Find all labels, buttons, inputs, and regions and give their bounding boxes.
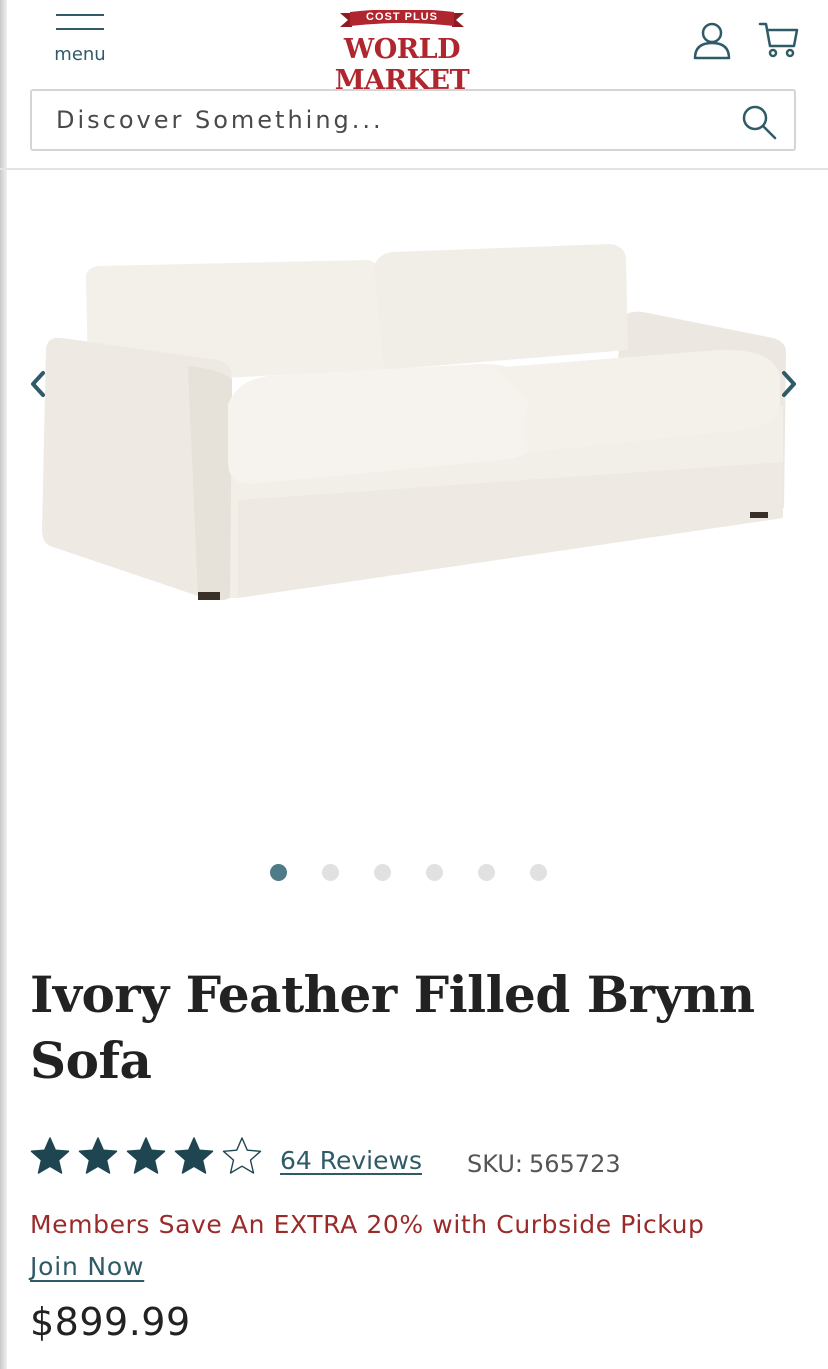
carousel-dot[interactable] xyxy=(374,864,391,881)
account-icon[interactable] xyxy=(692,20,732,60)
chevron-right-icon[interactable] xyxy=(777,368,801,400)
hamburger-icon-line xyxy=(56,28,104,30)
product-price: $899.99 xyxy=(30,1300,191,1344)
carousel-dot[interactable] xyxy=(478,864,495,881)
menu-button[interactable]: menu xyxy=(52,14,108,66)
search-icon[interactable] xyxy=(740,103,780,143)
star-filled-icon xyxy=(78,1137,118,1174)
logo-wordmark: WORLD MARKET xyxy=(334,34,470,96)
member-promo-text: Members Save An EXTRA 20% with Curbside … xyxy=(30,1210,705,1239)
search-bar xyxy=(30,89,796,151)
cart-icon[interactable] xyxy=(758,20,800,60)
reviews-link[interactable]: 64 Reviews xyxy=(280,1146,422,1175)
join-now-link[interactable]: Join Now xyxy=(30,1252,144,1281)
star-filled-icon xyxy=(30,1137,70,1174)
star-filled-icon xyxy=(126,1137,166,1174)
carousel-dot[interactable] xyxy=(270,864,287,881)
sofa-image[interactable] xyxy=(38,200,798,600)
menu-label: menu xyxy=(54,44,106,65)
sku-value: 565723 xyxy=(528,1150,621,1178)
star-rating[interactable] xyxy=(30,1136,270,1180)
hamburger-icon xyxy=(56,14,104,16)
world-market-logo[interactable]: COST PLUS WORLD MARKET xyxy=(290,6,514,96)
sku: SKU: 565723 xyxy=(467,1150,621,1178)
search-input[interactable] xyxy=(56,101,716,139)
carousel-dot[interactable] xyxy=(426,864,443,881)
carousel-dot[interactable] xyxy=(530,864,547,881)
product-image-carousel xyxy=(0,170,828,910)
sku-label: SKU: xyxy=(467,1150,523,1178)
product-title: Ivory Feather Filled Brynn Sofa xyxy=(30,965,755,1090)
star-empty-icon xyxy=(222,1137,262,1174)
carousel-dot[interactable] xyxy=(322,864,339,881)
star-filled-icon xyxy=(174,1137,214,1174)
logo-banner-text: COST PLUS xyxy=(366,11,438,23)
chevron-left-icon[interactable] xyxy=(26,368,50,400)
